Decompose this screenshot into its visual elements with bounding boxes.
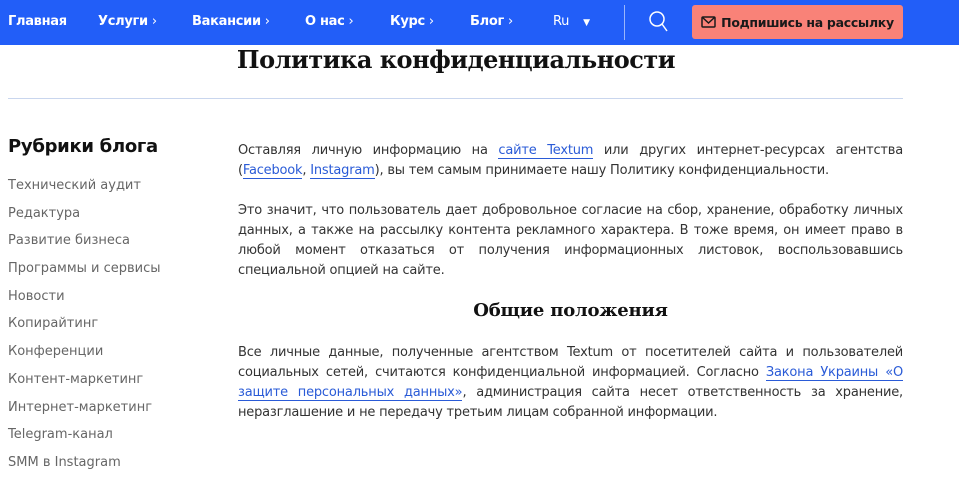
page-title: Политика конфиденциальности [236, 45, 676, 74]
chevron-right-icon: › [264, 14, 270, 29]
nav-label: О нас [305, 14, 345, 29]
instagram-link[interactable]: Instagram [310, 163, 375, 179]
category-link[interactable]: Telegram-канал [8, 427, 161, 455]
text: Оставляя личную информацию на [238, 143, 499, 158]
chevron-right-icon: › [428, 14, 434, 29]
nav-course[interactable]: Курс › [390, 14, 434, 29]
nav-label: Блог [470, 14, 504, 29]
category-link[interactable]: Новости [8, 289, 161, 317]
caret-down-icon: ▼ [583, 18, 590, 28]
facebook-link[interactable]: Facebook [242, 163, 303, 179]
textum-site-link[interactable]: сайте Textum [498, 143, 593, 159]
top-nav: Главная Услуги › Вакансии › О нас › Курс › Б… [0, 0, 959, 45]
nav-services[interactable]: Услуги › [98, 14, 157, 29]
consent-paragraph: Это значит, что пользователь дает добров… [238, 203, 903, 278]
category-link[interactable]: SMM в Instagram [8, 455, 161, 483]
category-link[interactable]: Развитие бизнеса [8, 233, 161, 261]
category-link[interactable]: Редактура [8, 206, 161, 234]
chevron-right-icon: › [348, 14, 354, 29]
section-heading: Общие положения [473, 300, 668, 321]
nav-divider [624, 5, 625, 40]
policy-content: Оставляя личную информацию на сайте Text… [238, 141, 903, 443]
category-link[interactable]: Интернет-маркетинг [8, 400, 161, 428]
category-link[interactable]: Программы и сервисы [8, 261, 161, 289]
nav-blog[interactable]: Блог › [470, 14, 513, 29]
mail-icon [701, 16, 716, 28]
nav-home[interactable]: Главная [8, 14, 67, 29]
chevron-right-icon: › [507, 14, 513, 29]
sidebar-heading: Рубрики блога [8, 136, 158, 157]
language-select[interactable]: Ru ▼ [553, 14, 590, 29]
nav-vacancies[interactable]: Вакансии › [192, 14, 270, 29]
text: ), вы тем самым принимаете нашу Политику… [374, 163, 830, 178]
general-paragraph: Все личные данные, полученные агентством… [238, 343, 903, 423]
subscribe-label: Подпишись на рассылку [721, 14, 894, 30]
title-divider [8, 98, 903, 99]
nav-label: Главная [8, 14, 67, 29]
blog-categories: Технический аудит Редактура Развитие биз… [8, 178, 161, 483]
nav-label: Вакансии [192, 14, 261, 29]
category-link[interactable]: Технический аудит [8, 178, 161, 206]
category-link[interactable]: Контент-маркетинг [8, 372, 161, 400]
category-link[interactable]: Копирайтинг [8, 316, 161, 344]
nav-about[interactable]: О нас › [305, 14, 354, 29]
subscribe-button[interactable]: Подпишись на рассылку [692, 5, 903, 39]
language-label: Ru [553, 14, 570, 29]
search-icon[interactable] [648, 10, 668, 32]
nav-label: Услуги [98, 14, 148, 29]
intro-paragraph: Оставляя личную информацию на сайте Text… [238, 141, 903, 181]
chevron-right-icon: › [151, 14, 157, 29]
nav-label: Курс [390, 14, 425, 29]
category-link[interactable]: Конференции [8, 344, 161, 372]
